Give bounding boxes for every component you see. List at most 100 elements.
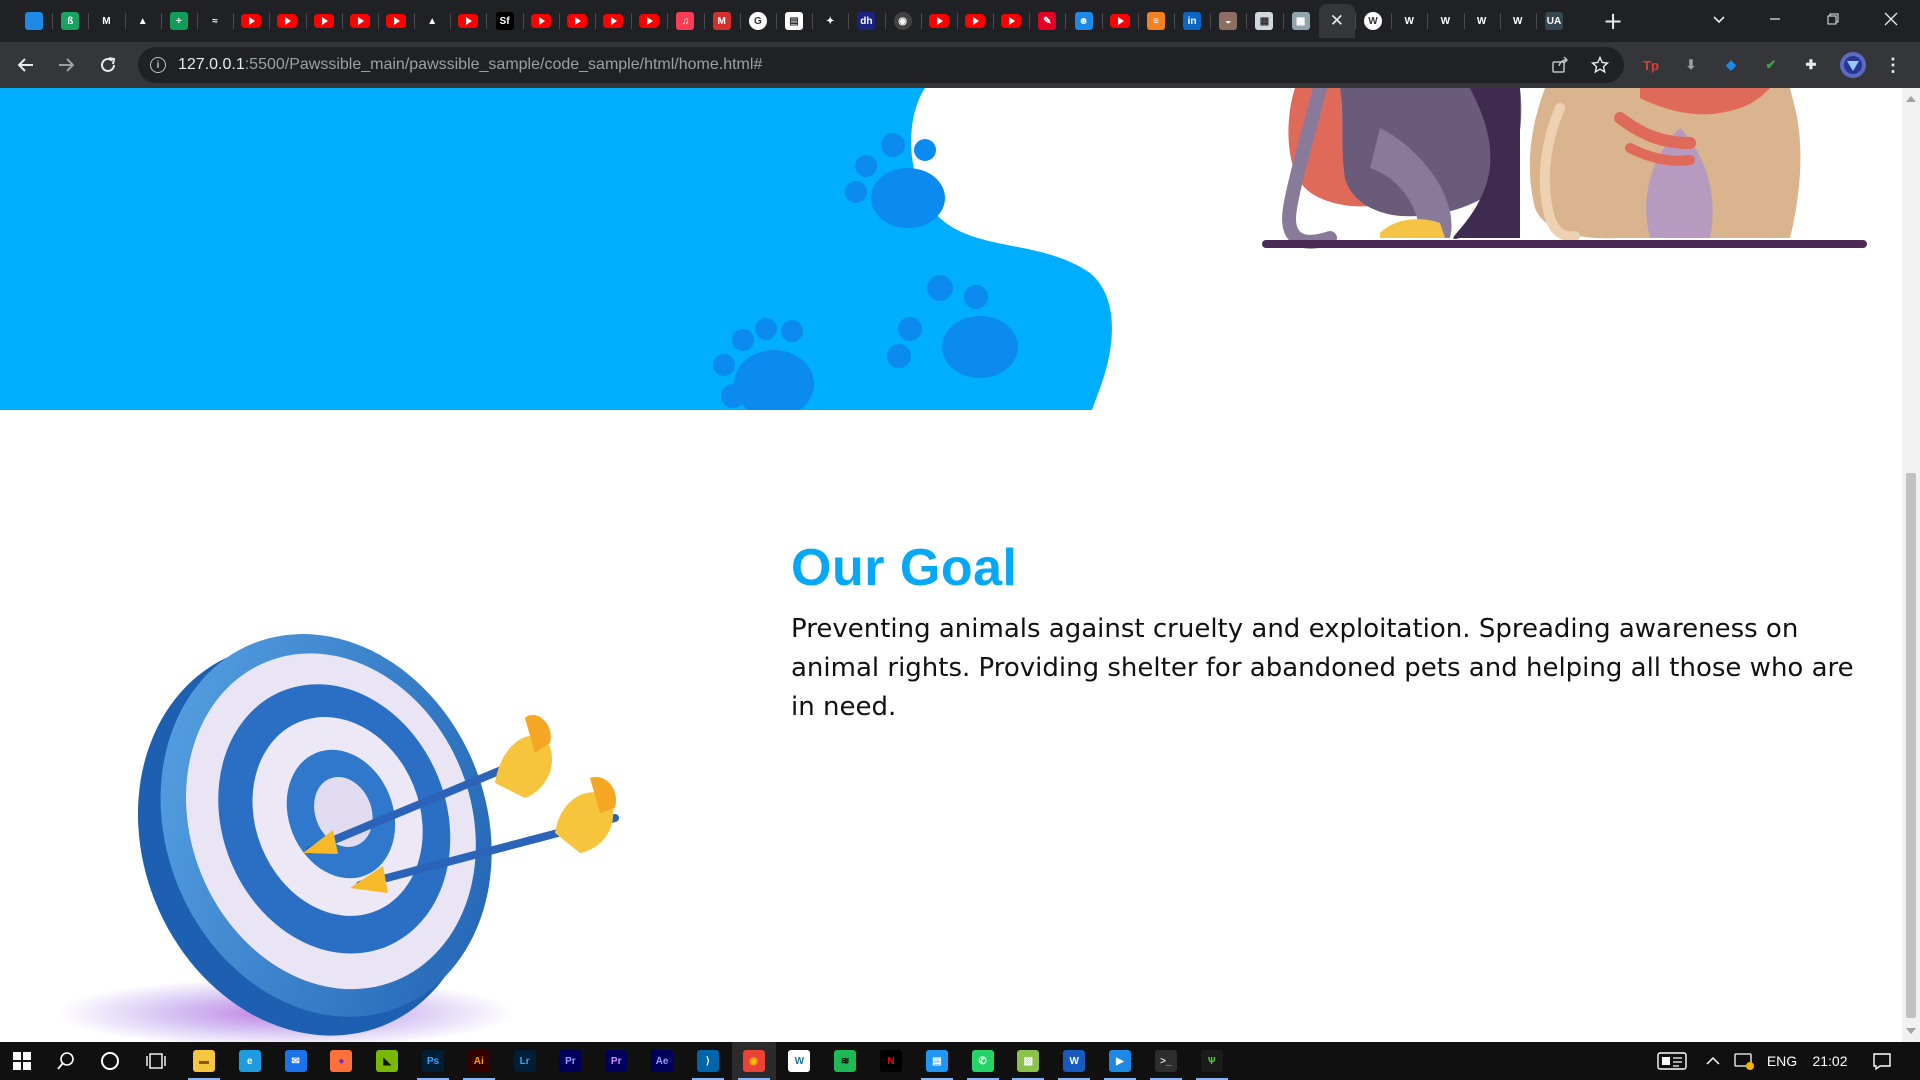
start-windows-icon[interactable] — [0, 1042, 44, 1080]
browser-tab[interactable]: W — [1354, 4, 1391, 38]
browser-tab[interactable] — [377, 4, 414, 38]
browser-tab[interactable] — [233, 4, 269, 38]
browser-tab[interactable] — [450, 4, 486, 38]
browser-tab[interactable]: ≈ — [196, 4, 233, 38]
gem-extension-icon[interactable]: ◆ — [1720, 54, 1742, 76]
browser-tab[interactable]: ♫ — [667, 4, 703, 38]
browser-tab[interactable] — [341, 4, 378, 38]
browser-tab[interactable] — [595, 4, 631, 38]
taskbar-app[interactable]: Ai — [457, 1042, 501, 1080]
taskbar-app[interactable]: Ae — [640, 1042, 684, 1080]
browser-tab[interactable] — [956, 4, 993, 38]
browser-tab[interactable]: ▲ — [414, 4, 450, 38]
taskbar-app[interactable]: N — [869, 1042, 913, 1080]
browser-tab[interactable]: ✎ — [1029, 4, 1065, 38]
taskbar-app[interactable]: e — [228, 1042, 272, 1080]
taskbar-app[interactable]: ▧ — [1006, 1042, 1050, 1080]
new-tab-button[interactable]: + — [1598, 6, 1628, 36]
taskbar-app[interactable]: ● — [319, 1042, 363, 1080]
taskbar-app[interactable]: ◉ — [731, 1042, 776, 1080]
taskbar-app[interactable]: Pr — [548, 1042, 592, 1080]
language-indicator[interactable]: ENG — [1762, 1042, 1802, 1080]
profile-avatar[interactable] — [1840, 52, 1866, 78]
puzzle-extensions-icon[interactable]: ✚ — [1800, 54, 1822, 76]
back-button[interactable] — [10, 49, 42, 81]
browser-tab[interactable]: ✦ — [812, 4, 848, 38]
browser-tab[interactable]: ≡ — [1137, 4, 1174, 38]
notifications-icon[interactable] — [1862, 1042, 1902, 1080]
browser-tab[interactable]: dh — [848, 4, 884, 38]
browser-tab[interactable]: G — [739, 4, 776, 38]
browser-tab[interactable] — [1101, 4, 1138, 38]
browser-tab[interactable] — [631, 4, 667, 38]
browser-tab[interactable] — [16, 4, 52, 38]
browser-tab-active[interactable]: ✕ — [1318, 4, 1355, 38]
taskbar-app[interactable]: >_ — [1144, 1042, 1188, 1080]
taskbar-app[interactable]: ≋ — [823, 1042, 867, 1080]
shield-extension-icon[interactable]: ✔ — [1760, 54, 1782, 76]
taskbar-app[interactable]: ✉ — [274, 1042, 318, 1080]
taskbar-app[interactable]: ✆ — [961, 1042, 1005, 1080]
browser-tab[interactable]: W — [1427, 4, 1463, 38]
page-scrollbar[interactable] — [1902, 88, 1920, 1042]
close-window-button[interactable] — [1868, 0, 1914, 38]
scroll-down-arrow-icon[interactable] — [1906, 1028, 1916, 1034]
browser-tab[interactable]: ▦ — [1246, 4, 1282, 38]
browser-tab[interactable]: ▤ — [775, 4, 812, 38]
close-icon[interactable]: ✕ — [1330, 11, 1344, 31]
browser-tab[interactable]: ◒ — [1210, 4, 1246, 38]
browser-tab[interactable] — [305, 4, 342, 38]
taskbar-app[interactable]: Ps — [411, 1042, 455, 1080]
site-info-icon[interactable]: i — [150, 57, 166, 73]
minimize-button[interactable] — [1752, 0, 1798, 38]
tab-search-chevron-icon[interactable] — [1696, 0, 1742, 38]
taskbar-app[interactable]: Ѱ — [1190, 1042, 1234, 1080]
browser-tab[interactable]: ☻ — [1065, 4, 1101, 38]
browser-tab[interactable]: ◉ — [884, 4, 921, 38]
scroll-up-arrow-icon[interactable] — [1906, 96, 1916, 102]
browser-tab[interactable]: in — [1174, 4, 1210, 38]
scrollbar-thumb[interactable] — [1906, 473, 1916, 1018]
sync-status-icon[interactable] — [1730, 1042, 1758, 1080]
browser-tab[interactable] — [993, 4, 1029, 38]
browser-tab[interactable] — [522, 4, 559, 38]
restore-button[interactable] — [1810, 0, 1856, 38]
share-icon[interactable] — [1550, 55, 1570, 75]
browser-tab[interactable]: + — [160, 4, 197, 38]
show-hidden-icons-chevron-icon[interactable] — [1702, 1042, 1724, 1080]
task-view-icon[interactable] — [134, 1042, 178, 1080]
taskbar-app[interactable]: W — [1052, 1042, 1096, 1080]
tp-extension-icon[interactable]: Tp — [1640, 54, 1662, 76]
news-widget-icon[interactable] — [1652, 1042, 1692, 1080]
browser-tab[interactable]: M — [88, 4, 124, 38]
browser-tab[interactable]: UA — [1535, 4, 1572, 38]
browser-tab[interactable]: ▲ — [124, 4, 161, 38]
clock[interactable]: 21:02 — [1804, 1042, 1856, 1080]
taskbar-app[interactable]: ⟩ — [686, 1042, 730, 1080]
search-icon[interactable] — [44, 1042, 88, 1080]
taskbar-app[interactable]: Pr — [594, 1042, 638, 1080]
taskbar-app[interactable]: ▬ — [182, 1042, 226, 1080]
browser-tab[interactable]: ▦ — [1282, 4, 1319, 38]
cortana-circle-icon[interactable] — [88, 1042, 132, 1080]
browser-tab[interactable]: ß — [52, 4, 88, 38]
bookmark-star-icon[interactable] — [1590, 55, 1610, 75]
browser-tab[interactable]: W — [1391, 4, 1427, 38]
url-text[interactable]: 127.0.0.1:5500/Pawssible_main/pawssible_… — [178, 56, 762, 74]
more-menu-icon[interactable]: ⋮ — [1882, 54, 1904, 76]
browser-tab[interactable]: W — [1463, 4, 1500, 38]
taskbar-app[interactable]: Lr — [503, 1042, 547, 1080]
taskbar-app[interactable]: ▤ — [915, 1042, 959, 1080]
taskbar-app[interactable]: W — [777, 1042, 821, 1080]
browser-tab[interactable]: Sf — [486, 4, 522, 38]
browser-tab[interactable]: M — [703, 4, 740, 38]
browser-tab[interactable] — [269, 4, 305, 38]
address-bar[interactable]: i 127.0.0.1:5500/Pawssible_main/pawssibl… — [138, 47, 1624, 83]
taskbar-app[interactable]: ▶ — [1098, 1042, 1142, 1080]
browser-tab[interactable]: W — [1499, 4, 1536, 38]
browser-tab[interactable] — [558, 4, 595, 38]
forward-button[interactable] — [50, 49, 82, 81]
download-extension-icon[interactable]: ⬇ — [1680, 54, 1702, 76]
taskbar-app[interactable]: ◣ — [365, 1042, 409, 1080]
browser-tab[interactable] — [920, 4, 957, 38]
